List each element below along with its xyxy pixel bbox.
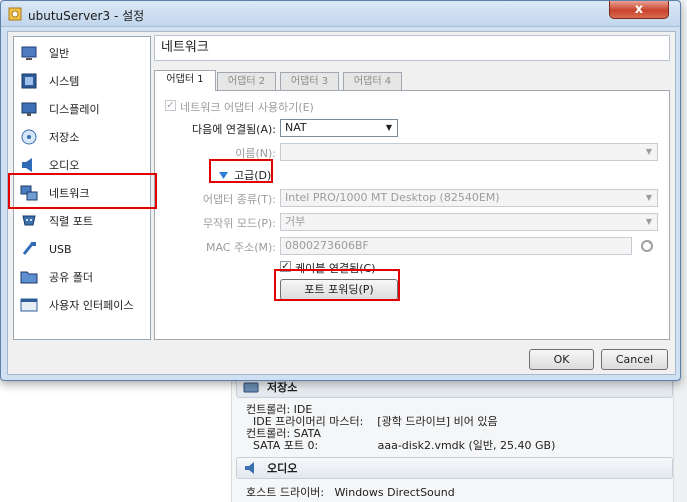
system-icon — [21, 73, 37, 89]
speaker-icon — [245, 462, 254, 474]
tab-adapter-2[interactable]: 어댑터 2 — [217, 72, 276, 90]
sidebar-item-label: 디스플레이 — [49, 103, 100, 116]
highlight-box-port-forwarding — [274, 269, 400, 301]
audio-section-title: 오디오 — [267, 462, 298, 475]
page-title: 네트워크 — [154, 35, 670, 61]
adapter-type-label: 어댑터 종류(T): — [202, 193, 276, 206]
sidebar-item-shared-folders[interactable]: 공유 폴더 — [20, 265, 148, 289]
enable-adapter-label: 네트워크 어댑터 사용하기(E) — [180, 101, 314, 114]
storage-line: SATA 포트 0: aaa-disk2.vmdk (일반, 25.40 GB) — [246, 439, 556, 452]
sidebar-item-general[interactable]: 일반 — [20, 41, 148, 65]
promiscuous-mode-value: 거부 — [285, 215, 306, 228]
ok-button[interactable]: OK — [529, 349, 594, 370]
tab-adapter-1[interactable]: 어댑터 1 — [154, 70, 216, 91]
serial-port-icon — [22, 215, 36, 226]
tab-adapter-4[interactable]: 어댑터 4 — [343, 72, 402, 90]
highlight-box-network — [8, 173, 157, 209]
audio-section-header[interactable]: 오디오 — [236, 457, 673, 479]
sidebar-item-usb[interactable]: USB — [20, 237, 148, 261]
attached-to-value: NAT — [285, 121, 307, 134]
sidebar-item-system[interactable]: 시스템 — [20, 69, 148, 93]
storage-icon — [243, 382, 259, 393]
usb-icon — [22, 242, 36, 255]
promiscuous-mode-label: 무작위 모드(P): — [202, 217, 276, 230]
title-bar[interactable]: ubutuServer3 - 설정 x — [1, 1, 680, 27]
dropdown-arrow-icon: ▼ — [645, 147, 652, 156]
highlight-box-advanced — [209, 159, 273, 183]
storage-section-title: 저장소 — [267, 381, 298, 394]
dropdown-arrow-icon: ▼ — [645, 193, 652, 202]
mac-address-value: 0800273606BF — [285, 239, 369, 252]
adapter-type-value: Intel PRO/1000 MT Desktop (82540EM) — [285, 191, 500, 204]
tab-adapter-3[interactable]: 어댑터 3 — [280, 72, 339, 90]
storage-icon — [21, 129, 37, 145]
sidebar-item-label: 오디오 — [49, 159, 80, 172]
attached-to-label: 다음에 연결됨(A): — [191, 123, 276, 136]
sidebar-item-label: 저장소 — [49, 131, 80, 144]
cancel-button[interactable]: Cancel — [601, 349, 668, 370]
attached-to-select[interactable]: NAT ▼ — [280, 119, 398, 137]
sidebar-item-label: 시스템 — [49, 75, 80, 88]
tab-panel: ✓ 네트워크 어댑터 사용하기(E) 다음에 연결됨(A): NAT ▼ 이름(… — [154, 90, 670, 340]
dropdown-arrow-icon: ▼ — [645, 217, 652, 226]
sidebar-item-user-interface[interactable]: 사용자 인터페이스 — [20, 293, 148, 317]
adapter-type-select[interactable]: Intel PRO/1000 MT Desktop (82540EM) ▼ — [280, 189, 658, 207]
sidebar-item-serial-ports[interactable]: 직렬 포트 — [20, 209, 148, 233]
sidebar-item-display[interactable]: 디스플레이 — [20, 97, 148, 121]
sidebar-item-storage[interactable]: 저장소 — [20, 125, 148, 149]
sidebar-item-label: 사용자 인터페이스 — [49, 299, 134, 312]
sidebar-item-label: 직렬 포트 — [49, 215, 93, 228]
promiscuous-mode-select[interactable]: 거부 ▼ — [280, 213, 658, 231]
background-scrollbar[interactable] — [673, 376, 687, 502]
audio-line: 호스트 드라이버: Windows DirectSound — [246, 486, 455, 499]
sidebar-item-label: 일반 — [49, 47, 70, 60]
window-title: ubutuServer3 - 설정 — [28, 9, 145, 23]
background-vm-list — [0, 376, 232, 502]
virtualbox-icon — [8, 7, 22, 21]
user-interface-icon — [20, 298, 38, 312]
mac-address-input[interactable]: 0800273606BF — [280, 237, 632, 255]
dropdown-arrow-icon: ▼ — [385, 123, 392, 132]
name-select[interactable]: ▼ — [280, 143, 658, 161]
mac-address-label: MAC 주소(M): — [205, 241, 276, 254]
close-button[interactable]: x — [609, 1, 669, 19]
sidebar-item-label: 공유 폴더 — [49, 271, 93, 284]
folder-icon — [20, 271, 38, 284]
speaker-icon — [22, 158, 32, 172]
display-icon — [21, 102, 37, 116]
general-icon — [21, 46, 37, 60]
sidebar-item-label: USB — [49, 242, 72, 256]
enable-adapter-checkbox[interactable]: ✓ — [165, 100, 176, 111]
refresh-mac-icon[interactable] — [640, 239, 654, 253]
